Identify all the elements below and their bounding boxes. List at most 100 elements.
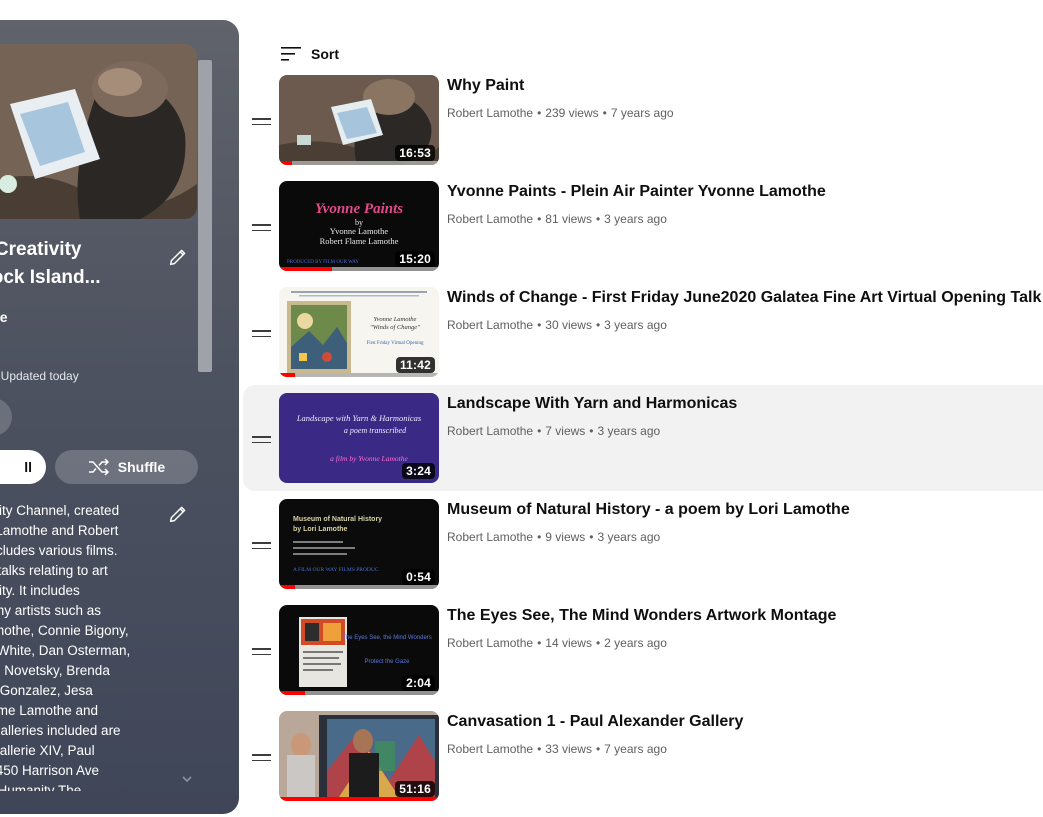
video-channel[interactable]: Robert Lamothe [447,318,533,332]
playlist-description[interactable]: ativity Channel, created ell Lamothe and… [0,501,158,791]
thumb-text: by Lori Lamothe [293,526,348,533]
video-channel[interactable]: Robert Lamothe [447,424,533,438]
thumb-text: a poem transcribed [344,426,407,435]
thumb-text: Museum of Natural History [293,516,382,523]
drag-handle-icon[interactable] [252,224,271,232]
video-channel[interactable]: Robert Lamothe [447,742,533,756]
video-thumbnail[interactable]: 16:53 [279,75,439,165]
video-channel[interactable]: Robert Lamothe [447,106,533,120]
video-thumbnail[interactable]: Museum of Natural History by Lori Lamoth… [279,499,439,589]
playlist-video-row[interactable]: 16:53 Why Paint Robert Lamothe • 239 views… [243,75,1043,181]
watch-progress-fill [279,373,295,377]
thumb-text: Yvonne Lamothe [330,226,389,236]
video-meta: Robert Lamothe • 239 views • 7 years ago [447,106,674,120]
more-actions-button[interactable] [0,398,12,436]
watch-progress-bar [279,691,439,695]
thumb-text: Landscape with Yarn & Harmonicas [296,413,422,423]
video-thumbnail[interactable]: Yvonne Lamothe "Winds of Change" First F… [279,287,439,377]
edit-description-pencil-icon[interactable] [167,503,189,525]
video-thumbnail[interactable]: Landscape with Yarn & Harmonicas a poem … [279,393,439,483]
shuffle-icon [88,458,109,476]
watch-progress-fill [279,797,439,801]
video-duration: 2:04 [402,675,435,691]
video-age: 3 years ago [604,318,667,332]
watch-progress-bar [279,797,439,801]
video-meta: Robert Lamothe • 14 views • 2 years ago [447,636,667,650]
watch-progress-bar [279,373,439,377]
playlist-title: d Creativity Rock Island... [0,239,101,288]
video-age: 2 years ago [604,636,667,650]
video-meta: Robert Lamothe • 30 views • 3 years ago [447,318,667,332]
playlist-owner[interactable]: othe [0,309,8,325]
video-views: 30 views [545,318,592,332]
playlist-video-row[interactable]: The Eyes See, the Mind Wonders Protect t… [243,605,1043,711]
video-title[interactable]: Canvasation 1 - Paul Alexander Gallery [447,713,743,731]
video-duration: 16:53 [395,145,435,161]
playlist-video-row[interactable]: Yvonne Lamothe "Winds of Change" First F… [243,287,1043,393]
video-title[interactable]: The Eyes See, The Mind Wonders Artwork M… [447,607,836,625]
drag-handle-icon[interactable] [252,436,271,444]
video-title[interactable]: Landscape With Yarn and Harmonicas [447,395,737,413]
thumb-text: "Winds of Change" [370,324,420,331]
playlist-updated: Updated today [0,369,79,383]
video-thumbnail[interactable]: Yvonne Paints by Yvonne Lamothe Robert F… [279,181,439,271]
video-channel[interactable]: Robert Lamothe [447,530,533,544]
thumb-text: Yvonne Paints [315,201,403,217]
thumb-text: Yvonne Lamothe [374,316,417,323]
video-age: 7 years ago [610,106,674,120]
video-title[interactable]: Yvonne Paints - Plein Air Painter Yvonne… [447,183,826,201]
video-meta: Robert Lamothe • 9 views • 3 years ago [447,530,661,544]
video-meta: Robert Lamothe • 33 views • 7 years ago [447,742,667,756]
thumb-text: a film by Yvonne Lamothe [330,454,408,463]
video-views: 239 views [545,106,599,120]
video-duration: 3:24 [402,463,435,479]
video-duration: 11:42 [395,357,435,373]
video-title[interactable]: Why Paint [447,77,524,95]
thumb-text: A FILM OUR WAY FILMS PRODUC [293,567,379,573]
video-channel[interactable]: Robert Lamothe [447,212,533,226]
chevron-down-icon[interactable] [180,772,194,786]
playlist-header-panel: d Creativity Rock Island... othe wsUpdat… [0,20,239,814]
video-duration: 0:54 [402,569,435,585]
thumb-text: The Eyes See, the Mind Wonders [342,635,432,641]
video-views: 33 views [545,742,592,756]
sort-icon [281,47,301,61]
playlist-meta: wsUpdated today [0,369,87,383]
playlist-video-row[interactable]: Landscape with Yarn & Harmonicas a poem … [243,385,1043,491]
watch-progress-fill [279,585,295,589]
thumb-text: Robert Flame Lamothe [320,236,399,246]
drag-handle-icon[interactable] [252,648,271,656]
edit-title-pencil-icon[interactable] [167,246,189,268]
sort-button[interactable]: Sort [281,46,339,62]
playlist-cover-thumbnail[interactable] [0,44,197,219]
watch-progress-fill [279,691,305,695]
video-age: 3 years ago [597,424,661,438]
shuffle-button[interactable]: Shuffle [55,450,198,484]
video-title[interactable]: Museum of Natural History - a poem by Lo… [447,501,850,519]
play-all-button[interactable]: ll [0,450,46,484]
watch-progress-bar [279,161,439,165]
video-title[interactable]: Winds of Change - First Friday June2020 … [447,289,1043,307]
video-channel[interactable]: Robert Lamothe [447,636,533,650]
playlist-video-row[interactable]: Museum of Natural History by Lori Lamoth… [243,499,1043,605]
playlist-video-row[interactable]: Yvonne Paints by Yvonne Lamothe Robert F… [243,181,1043,287]
playlist-video-row[interactable]: 51:16 Canvasation 1 - Paul Alexander Gal… [243,711,1043,817]
watch-progress-fill [279,267,332,271]
video-views: 14 views [545,636,592,650]
video-thumbnail[interactable]: 51:16 [279,711,439,801]
shuffle-label: Shuffle [117,459,166,475]
video-thumbnail[interactable]: The Eyes See, the Mind Wonders Protect t… [279,605,439,695]
video-age: 3 years ago [604,212,667,226]
drag-handle-icon[interactable] [252,754,271,762]
playlist-cover-art [0,44,197,219]
watch-progress-bar [279,267,439,271]
video-views: 7 views [545,424,586,438]
video-meta: Robert Lamothe • 7 views • 3 years ago [447,424,661,438]
video-duration: 51:16 [395,781,435,797]
drag-handle-icon[interactable] [252,118,271,126]
watch-progress-fill [279,161,292,165]
drag-handle-icon[interactable] [252,542,271,550]
drag-handle-icon[interactable] [252,330,271,338]
panel-scrollbar[interactable] [198,60,212,372]
thumb-text: PRODUCED BY FILM OUR WAY [287,260,359,265]
